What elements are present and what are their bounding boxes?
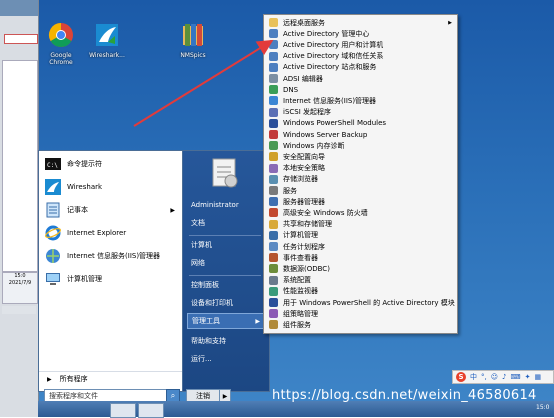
taskbar-clock: 15:0 [536, 404, 550, 411]
ime-item[interactable]: ▦ [535, 373, 542, 381]
taskbar-button-explorer[interactable] [110, 403, 136, 418]
taskbar-button-app[interactable] [138, 403, 164, 418]
ime-item[interactable]: ✦ [525, 373, 531, 381]
ime-item[interactable]: 中 [470, 372, 477, 382]
ime-item[interactable]: °, [481, 373, 487, 381]
ime-item[interactable]: ☺ [491, 373, 498, 381]
ime-item[interactable]: ⌨ [511, 373, 521, 381]
ime-toolbar[interactable]: S 中 °, ☺ ♪ ⌨ ✦ ▦ [452, 370, 554, 384]
watermark-url: https://blog.csdn.net/weixin_46580614 [272, 388, 537, 403]
annotation-arrow [133, 39, 274, 127]
sogou-logo-icon[interactable]: S [456, 372, 466, 382]
arrow-line [133, 39, 274, 127]
ime-item[interactable]: ♪ [502, 373, 506, 381]
